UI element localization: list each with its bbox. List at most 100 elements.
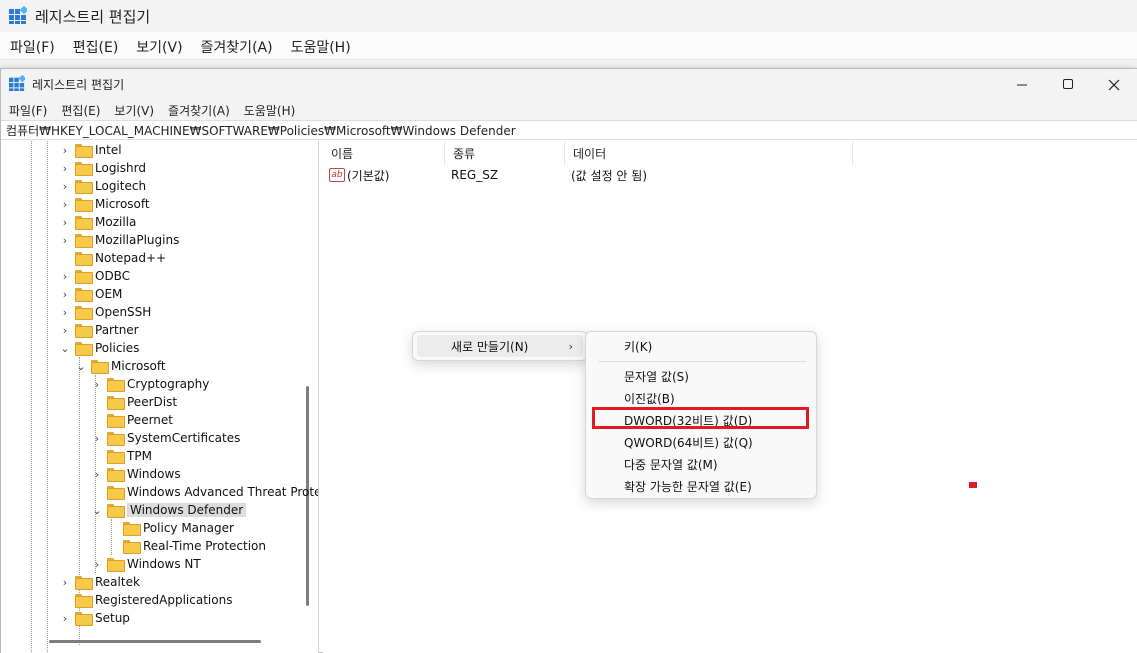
submenu-item-binary-value[interactable]: 이진값(B) [590, 387, 812, 409]
bg-menu-favorites[interactable]: 즐겨찾기(A) [201, 37, 273, 57]
chevron-right-icon[interactable]: › [59, 159, 71, 177]
value-type: REG_SZ [451, 168, 499, 182]
submenu-item-key[interactable]: 키(K) [590, 335, 812, 357]
submenu-item-qword-value[interactable]: QWORD(64비트) 값(Q) [590, 431, 812, 453]
tree-item[interactable]: › Mozilla [59, 213, 136, 231]
tree-item[interactable]: › Microsoft [59, 195, 150, 213]
menu-view[interactable]: 보기(V) [114, 102, 154, 119]
tree-item[interactable]: › Setup [59, 609, 130, 627]
column-header-type[interactable]: 종류 [445, 141, 565, 165]
tree-item[interactable]: › OpenSSH [59, 303, 151, 321]
chevron-right-icon[interactable]: › [59, 213, 71, 231]
tree-item[interactable]: › Logitech [59, 177, 146, 195]
chevron-right-icon[interactable]: › [91, 375, 103, 393]
tree-item[interactable]: ⌄ Windows Defender [91, 501, 247, 519]
menu-edit[interactable]: 편집(E) [61, 102, 100, 119]
tree-item[interactable]: ⌄ Policies [59, 339, 139, 357]
chevron-right-icon[interactable]: › [59, 285, 71, 303]
submenu-item-multi-string-value[interactable]: 다중 문자열 값(M) [590, 453, 812, 475]
menubar: 파일(F) 편집(E) 보기(V) 즐겨찾기(A) 도움말(H) [1, 100, 1137, 120]
menu-file[interactable]: 파일(F) [9, 102, 47, 119]
tree-item-label: OEM [95, 287, 123, 301]
chevron-down-icon[interactable]: ⌄ [59, 339, 71, 357]
chevron-right-icon[interactable]: › [91, 555, 103, 573]
tree-item[interactable]: › SystemCertificates [91, 429, 240, 447]
chevron-right-icon[interactable]: › [59, 195, 71, 213]
tree-item[interactable]: RegisteredApplications [59, 591, 232, 609]
chevron-right-icon[interactable]: › [59, 573, 71, 591]
column-header-name[interactable]: 이름 [323, 141, 445, 165]
tree-item[interactable]: › MozillaPlugins [59, 231, 179, 249]
list-row-default-value[interactable]: ab (기본값) REG_SZ (값 설정 안 됨) [323, 165, 853, 185]
menu-item-new-label: 새로 만들기(N) [451, 339, 529, 354]
submenu-item-string-value[interactable]: 문자열 값(S) [590, 365, 812, 387]
address-bar[interactable]: 컴퓨터₩HKEY_LOCAL_MACHINE₩SOFTWARE₩Policies… [1, 120, 1137, 140]
chevron-right-icon[interactable]: › [59, 609, 71, 627]
minimize-icon [1016, 84, 1027, 86]
tree-item-label: Peernet [127, 413, 173, 427]
folder-icon [75, 576, 93, 590]
chevron-right-icon[interactable]: › [91, 429, 103, 447]
tree-item[interactable]: Peernet [91, 411, 173, 429]
submenu-item-expandable-string-value[interactable]: 확장 가능한 문자열 값(E) [590, 475, 812, 497]
tree-item[interactable]: › Partner [59, 321, 139, 339]
chevron-right-icon[interactable]: › [59, 303, 71, 321]
tree-item-label: SystemCertificates [127, 431, 241, 445]
folder-icon [107, 468, 125, 482]
tree-item-label: Policies [95, 341, 140, 355]
chevron-right-icon[interactable]: › [59, 267, 71, 285]
folder-icon [75, 180, 93, 194]
tree-item[interactable]: › Intel [59, 141, 122, 159]
tree-item-label: Partner [95, 323, 139, 337]
chevron-down-icon[interactable]: ⌄ [75, 357, 87, 375]
maximize-button[interactable] [1045, 69, 1091, 100]
tree-horizontal-scrollbar[interactable] [49, 640, 261, 643]
chevron-right-icon[interactable]: › [91, 465, 103, 483]
menu-item-new[interactable]: 새로 만들기(N) › [417, 335, 583, 357]
tree-item[interactable]: Policy Manager [107, 519, 234, 537]
chevron-down-icon[interactable]: ⌄ [91, 501, 103, 519]
tree-item[interactable]: Notepad++ [59, 249, 166, 267]
tree-item[interactable]: › Windows NT [91, 555, 201, 573]
registry-editor-app-icon [9, 74, 27, 94]
bg-menu-file[interactable]: 파일(F) [10, 37, 55, 57]
tree-item[interactable]: › OEM [59, 285, 122, 303]
tree-item[interactable]: › Windows [91, 465, 181, 483]
chevron-right-icon[interactable]: › [59, 321, 71, 339]
chevron-right-icon[interactable]: › [59, 141, 71, 159]
chevron-right-icon[interactable]: › [59, 177, 71, 195]
tree-item[interactable]: › Realtek [59, 573, 140, 591]
tree-item[interactable]: Windows Advanced Threat Prote [91, 483, 318, 501]
tree-item[interactable]: PeerDist [91, 393, 177, 411]
menu-help[interactable]: 도움말(H) [244, 102, 296, 119]
minimize-button[interactable] [999, 69, 1045, 100]
tree-item[interactable]: TPM [91, 447, 152, 465]
close-button[interactable] [1091, 69, 1137, 100]
menu-favorites[interactable]: 즐겨찾기(A) [168, 102, 230, 119]
tree-item[interactable]: Real-Time Protection [107, 537, 266, 555]
column-header-data[interactable]: 데이터 [565, 141, 853, 165]
folder-icon [75, 270, 93, 284]
tree-item-label: Intel [95, 143, 122, 157]
background-menubar: 파일(F) 편집(E) 보기(V) 즐겨찾기(A) 도움말(H) [0, 34, 1137, 60]
tree-item-label: Windows NT [127, 557, 201, 571]
chevron-right-icon[interactable]: › [59, 231, 71, 249]
folder-icon [75, 198, 93, 212]
tree-item[interactable]: › ODBC [59, 267, 130, 285]
folder-icon [107, 558, 125, 572]
registry-tree-pane[interactable]: › Intel › Logishrd › Logitech › Microsoft › Mozil… [1, 141, 319, 653]
tree-item[interactable]: ⌄ Microsoft [75, 357, 166, 375]
background-titlebar: 레지스트리 편집기 [0, 0, 1137, 32]
bg-menu-help[interactable]: 도움말(H) [291, 37, 351, 57]
content-area: › Intel › Logishrd › Logitech › Microsoft › Mozil… [1, 141, 1137, 653]
bg-menu-view[interactable]: 보기(V) [136, 37, 182, 57]
tree-item[interactable]: › Logishrd [59, 159, 146, 177]
tree-item[interactable]: › Cryptography [91, 375, 209, 393]
bg-menu-edit[interactable]: 편집(E) [73, 37, 119, 57]
tree-item-label: TPM [127, 449, 152, 463]
folder-icon [123, 540, 141, 554]
